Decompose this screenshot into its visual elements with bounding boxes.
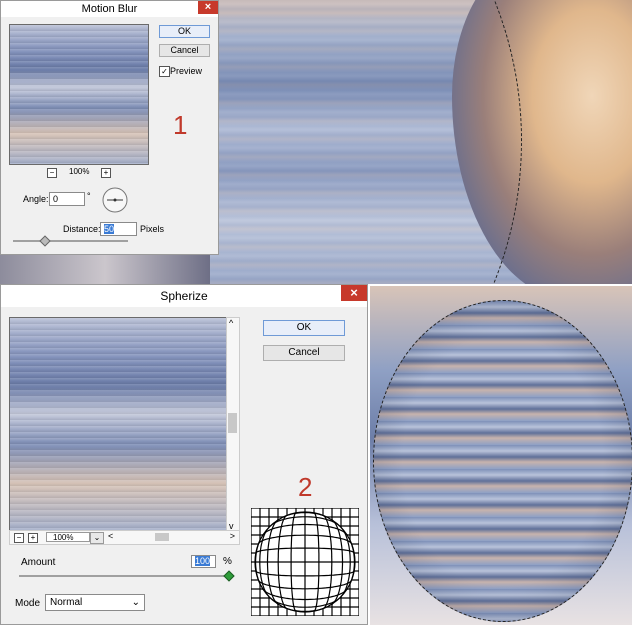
zoom-field[interactable]: 100% (46, 532, 90, 542)
zoom-level: 100% (69, 167, 90, 176)
amount-value: 100 (195, 556, 211, 566)
distance-slider-thumb[interactable] (39, 235, 51, 247)
minus-icon: − (16, 533, 22, 542)
scroll-left-arrow[interactable]: < (108, 531, 113, 541)
close-icon: × (350, 285, 358, 300)
minus-icon: − (49, 168, 55, 177)
ok-button[interactable]: OK (263, 320, 345, 336)
plus-icon: + (103, 168, 109, 177)
spherize-dialog: Spherize × ^ v − + 100% ⌄ < > OK Cancel … (0, 284, 368, 625)
spherize-preview[interactable] (9, 317, 227, 531)
zoom-out-button[interactable]: − (14, 533, 24, 543)
amount-slider-track[interactable] (19, 575, 231, 577)
angle-dial[interactable] (101, 186, 129, 214)
motion-blur-title: Motion Blur (81, 3, 138, 15)
angle-value: 0 (53, 194, 59, 204)
cancel-button[interactable]: Cancel (159, 44, 210, 57)
chevron-down-icon: ⌄ (131, 597, 140, 608)
horizontal-scroll-thumb[interactable] (155, 533, 169, 541)
spherize-title: Spherize (160, 289, 208, 303)
distance-unit: Pixels (140, 224, 165, 234)
mode-select[interactable]: Normal ⌄ (45, 594, 145, 611)
zoom-in-button[interactable]: + (28, 533, 38, 543)
annotation-one: 1 (173, 110, 188, 140)
angle-input[interactable]: 0 (49, 192, 85, 206)
ok-button[interactable]: OK (159, 25, 210, 38)
motion-blur-preview[interactable] (9, 24, 149, 165)
scroll-up-arrow[interactable]: ^ (229, 318, 233, 328)
cancel-label: Cancel (288, 347, 320, 358)
mode-value: Normal (50, 597, 83, 608)
spherize-titlebar: Spherize (1, 285, 367, 307)
distance-input[interactable]: 50 (100, 222, 137, 236)
preview-checkbox[interactable]: ✓ (159, 66, 170, 77)
vertical-scroll-thumb[interactable] (228, 413, 237, 433)
cancel-label: Cancel (170, 45, 199, 55)
distance-value: 50 (104, 224, 115, 234)
amount-slider-thumb[interactable] (223, 570, 235, 582)
spherize-photo (370, 286, 632, 625)
spherize-grid-preview (251, 508, 359, 616)
annotation-two: 2 (298, 472, 313, 502)
cancel-button[interactable]: Cancel (263, 345, 345, 361)
zoom-out-button[interactable]: − (47, 168, 57, 178)
mode-label: Mode (15, 598, 41, 609)
motion-blur-titlebar: Motion Blur (1, 1, 218, 17)
zoom-in-button[interactable]: + (101, 168, 111, 178)
amount-input[interactable]: 100 (191, 555, 216, 568)
angle-label: Angle: (23, 194, 49, 204)
zoom-level: 100% (53, 533, 74, 542)
distance-slider-track[interactable] (13, 240, 128, 242)
close-icon: × (204, 1, 212, 13)
vertical-scrollbar[interactable]: ^ v (226, 317, 240, 532)
plus-icon: + (30, 533, 36, 542)
spherized-selection (373, 300, 632, 622)
degree-symbol: ° (87, 191, 91, 201)
ok-label: OK (177, 26, 191, 36)
preview-bottom-bar: − + 100% ⌄ < > (9, 530, 240, 545)
distance-label: Distance: (63, 224, 101, 234)
zoom-dropdown-arrow[interactable]: ⌄ (90, 532, 104, 544)
scroll-right-arrow[interactable]: > (230, 531, 235, 541)
close-button[interactable]: × (341, 285, 367, 301)
close-button[interactable]: × (198, 1, 218, 14)
preview-label: Preview (170, 66, 203, 76)
amount-unit: % (223, 556, 232, 567)
ok-label: OK (296, 322, 312, 333)
amount-label: Amount (21, 557, 56, 568)
